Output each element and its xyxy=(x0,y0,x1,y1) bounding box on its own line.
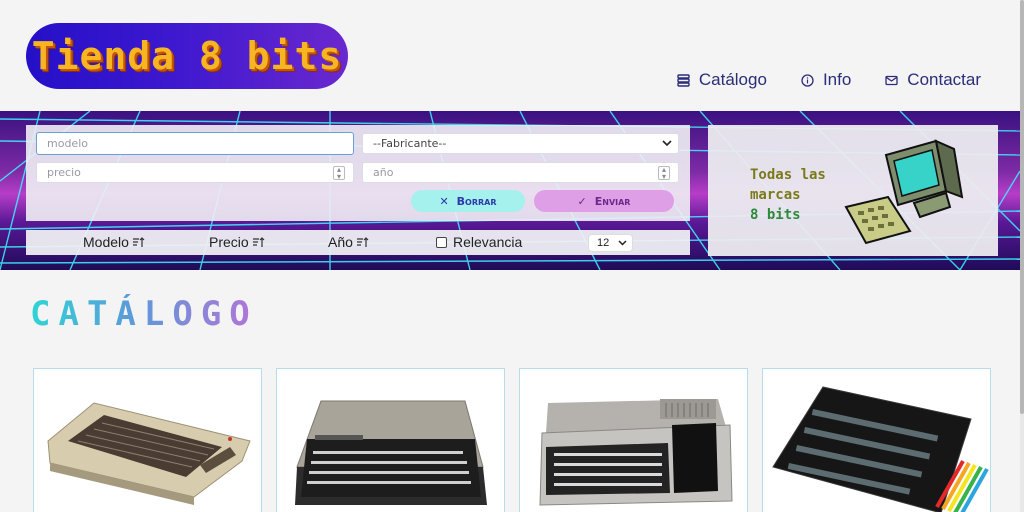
catalog-title: CATÁLOGO xyxy=(30,294,258,334)
send-button-label: Enviar xyxy=(594,194,631,208)
promo-banner[interactable]: Todas las marcas 8 bits xyxy=(708,125,998,256)
sort-icon xyxy=(252,236,265,247)
promo-line-3: 8 bits xyxy=(750,207,801,223)
scrollbar-thumb[interactable] xyxy=(1020,0,1024,414)
retro-computer-illustration xyxy=(844,139,964,245)
clear-button-label: Borrar xyxy=(456,194,497,208)
search-panel: --Fabricante-- precio ▴▾ año ▴▾ ✕ Borrar… xyxy=(26,125,690,221)
items-per-page-value: 12 xyxy=(597,237,610,249)
relevance-toggle[interactable]: Relevancia xyxy=(436,234,522,250)
nav-info[interactable]: Info xyxy=(801,70,851,90)
promo-line-1: Todas las xyxy=(750,167,826,183)
store-logo[interactable]: Tienda 8 bits xyxy=(26,23,348,89)
sort-year-label: Año xyxy=(328,234,353,250)
main-nav: Catálogo Info Contactar xyxy=(677,70,981,90)
chevron-down-icon xyxy=(662,140,672,147)
search-banner: --Fabricante-- precio ▴▾ año ▴▾ ✕ Borrar… xyxy=(0,111,1020,270)
price-placeholder: precio xyxy=(47,166,81,179)
product-card[interactable] xyxy=(762,368,991,512)
relevance-label: Relevancia xyxy=(453,234,523,250)
sort-icon xyxy=(356,236,369,247)
promo-line-2: marcas xyxy=(750,187,801,203)
clear-button[interactable]: ✕ Borrar xyxy=(411,190,525,212)
stack-icon xyxy=(677,73,690,87)
nav-info-label: Info xyxy=(822,70,852,89)
product-card[interactable] xyxy=(519,368,748,512)
manufacturer-select-value: --Fabricante-- xyxy=(373,137,447,150)
sort-bar: Modelo Precio Año Relevancia 12 xyxy=(26,230,690,255)
relevance-checkbox[interactable] xyxy=(436,236,447,248)
sort-icon xyxy=(132,236,145,247)
sort-by-price[interactable]: Precio xyxy=(209,234,265,250)
send-button[interactable]: ✓ Enviar xyxy=(534,190,674,212)
promo-text: Todas las marcas 8 bits xyxy=(750,165,826,225)
sort-price-label: Precio xyxy=(209,234,249,250)
price-input[interactable]: precio ▴ ▾ xyxy=(36,162,354,183)
nav-catalog-label: Catálogo xyxy=(698,70,767,89)
product-image xyxy=(295,400,487,505)
product-card[interactable] xyxy=(276,368,505,512)
year-placeholder: año xyxy=(373,166,394,179)
envelope-icon xyxy=(885,75,898,85)
check-icon: ✓ xyxy=(577,194,587,208)
manufacturer-select[interactable]: --Fabricante-- xyxy=(362,133,679,154)
nav-catalog[interactable]: Catálogo xyxy=(677,70,767,90)
nav-contact-label: Contactar xyxy=(907,70,981,89)
year-stepper[interactable]: ▴ ▾ xyxy=(658,165,670,180)
info-icon xyxy=(801,73,814,87)
price-stepper[interactable]: ▴ ▾ xyxy=(333,165,345,180)
sort-by-model[interactable]: Modelo xyxy=(83,234,145,250)
chevron-down-icon xyxy=(618,240,627,246)
logo-text: Tienda 8 bits xyxy=(31,34,343,78)
year-input[interactable]: año ▴ ▾ xyxy=(362,162,679,183)
nav-contact[interactable]: Contactar xyxy=(885,70,981,90)
model-input[interactable] xyxy=(36,132,354,155)
product-image xyxy=(539,399,733,506)
close-icon: ✕ xyxy=(439,194,449,208)
product-card[interactable] xyxy=(33,368,262,512)
product-image xyxy=(47,402,251,505)
items-per-page-select[interactable]: 12 xyxy=(588,234,633,252)
sort-by-year[interactable]: Año xyxy=(328,234,369,250)
sort-model-label: Modelo xyxy=(83,234,129,250)
product-image xyxy=(772,386,989,512)
